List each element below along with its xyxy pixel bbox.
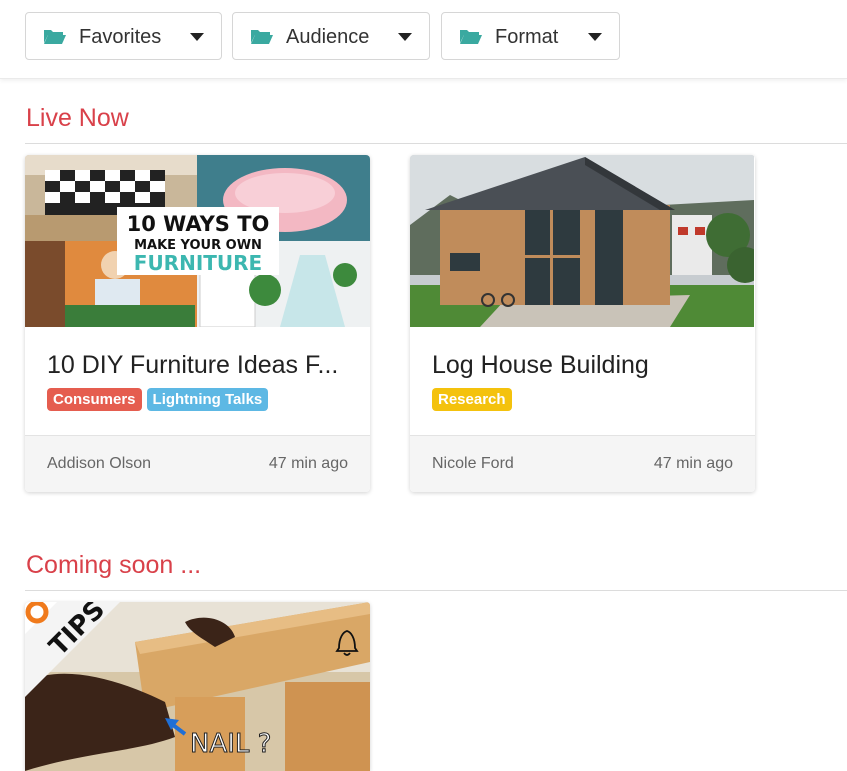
live-now-heading: Live Now (26, 104, 129, 132)
log-house-thumbnail-image (410, 155, 754, 327)
folder-open-icon (44, 30, 66, 44)
tag-research[interactable]: Research (432, 388, 512, 411)
event-card[interactable]: 10 WAYS TO MAKE YOUR OWN FURNITURE 10 DI… (25, 155, 370, 492)
thumb-text-line3: FURNITURE (134, 251, 262, 275)
tag-consumers[interactable]: Consumers (47, 388, 142, 411)
tag-lightning-talks[interactable]: Lightning Talks (146, 388, 269, 411)
thumb-caption: NAIL ? (190, 729, 271, 759)
coming-soon-heading: Coming soon ... (26, 551, 202, 579)
filter-bar: Favorites Audience Format (0, 0, 847, 79)
favorites-filter-label: Favorites (79, 26, 162, 48)
card-footer: Addison Olson 47 min ago (25, 435, 370, 492)
folder-open-icon (460, 30, 482, 44)
caret-down-icon (190, 33, 204, 41)
favorites-filter-button[interactable]: Favorites (25, 12, 222, 60)
card-title[interactable]: 10 DIY Furniture Ideas F... (47, 350, 347, 380)
card-time: 47 min ago (653, 455, 733, 472)
upcoming-event-card[interactable]: TIPS NAIL ? (25, 602, 370, 771)
furniture-thumbnail-image: 10 WAYS TO MAKE YOUR OWN FURNITURE (25, 155, 370, 327)
card-tags: Research (432, 388, 512, 411)
card-thumbnail[interactable]: TIPS NAIL ? (25, 602, 370, 771)
card-footer: Nicole Ford 47 min ago (410, 435, 755, 492)
card-time: 47 min ago (268, 455, 348, 472)
thumb-text-line1: 10 WAYS TO (127, 212, 270, 236)
section-divider (25, 590, 847, 591)
section-divider (25, 143, 847, 144)
format-filter-label: Format (495, 26, 559, 48)
card-tags: Consumers Lightning Talks (47, 388, 269, 411)
audience-filter-label: Audience (286, 26, 370, 48)
card-author: Addison Olson (47, 455, 152, 472)
caret-down-icon (588, 33, 602, 41)
format-filter-button[interactable]: Format (441, 12, 620, 60)
tips-thumbnail-image: TIPS NAIL ? (25, 602, 370, 771)
audience-filter-button[interactable]: Audience (232, 12, 430, 60)
card-title[interactable]: Log House Building (432, 350, 732, 380)
card-author: Nicole Ford (432, 455, 514, 472)
card-thumbnail[interactable]: 10 WAYS TO MAKE YOUR OWN FURNITURE (25, 155, 370, 327)
card-thumbnail[interactable] (410, 155, 754, 327)
folder-open-icon (251, 30, 273, 44)
caret-down-icon (398, 33, 412, 41)
event-card[interactable]: Log House Building Research Nicole Ford … (410, 155, 755, 492)
